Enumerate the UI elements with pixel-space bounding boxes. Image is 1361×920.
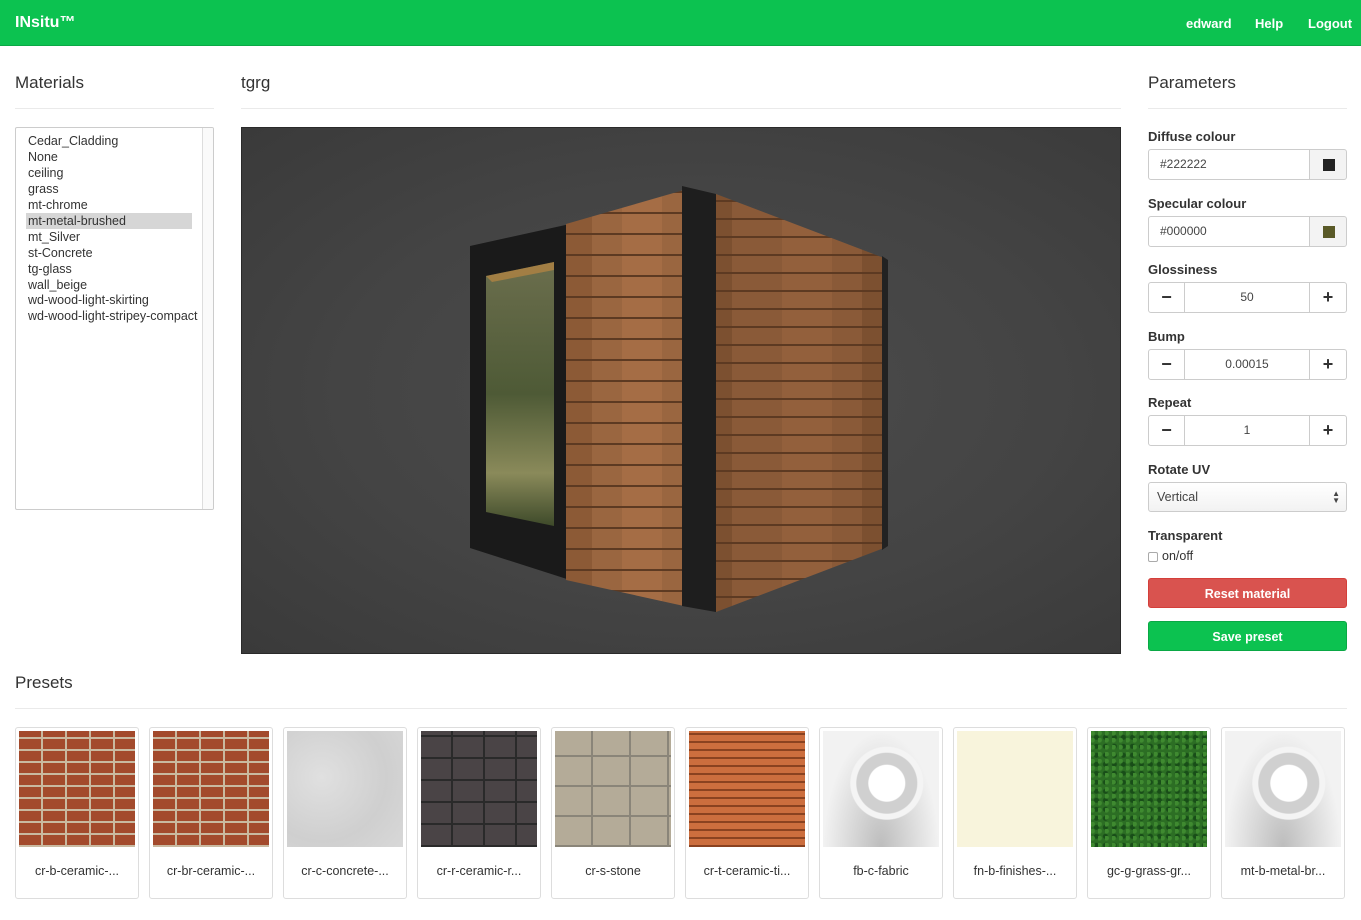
material-item[interactable]: Cedar_Cladding — [26, 133, 192, 149]
color-swatch-icon — [1323, 159, 1335, 171]
glossiness-decrement-button[interactable]: − — [1148, 282, 1185, 313]
material-item[interactable]: grass — [26, 181, 192, 197]
preset-card[interactable]: cr-r-ceramic-r... — [417, 727, 541, 899]
rotate-uv-value: Vertical — [1157, 490, 1198, 504]
materials-list[interactable]: Cedar_Cladding None ceiling grass mt-chr… — [15, 127, 214, 510]
rotate-uv-label: Rotate UV — [1148, 462, 1211, 477]
preset-thumbnail — [689, 731, 805, 847]
glossiness-input[interactable]: 50 — [1184, 282, 1310, 313]
specular-colour-picker[interactable] — [1309, 216, 1347, 247]
brand-logo[interactable]: INsitu™ — [15, 14, 75, 32]
save-preset-button[interactable]: Save preset — [1148, 621, 1347, 651]
presets-divider — [15, 708, 1347, 709]
preset-thumbnail — [287, 731, 403, 847]
diffuse-colour-label: Diffuse colour — [1148, 129, 1236, 144]
preset-thumbnail — [957, 731, 1073, 847]
diffuse-colour-picker[interactable] — [1309, 149, 1347, 180]
preset-name: cr-b-ceramic-... — [34, 864, 120, 878]
preset-thumbnail — [421, 731, 537, 847]
viewer-title: tgrg — [241, 73, 271, 92]
preset-thumbnail — [1091, 731, 1207, 847]
logout-link[interactable]: Logout — [1308, 16, 1352, 31]
transparent-checkbox[interactable] — [1148, 552, 1158, 562]
preset-name: fb-c-fabric — [853, 864, 909, 878]
material-item[interactable]: ceiling — [26, 165, 192, 181]
preset-card[interactable]: fn-b-finishes-... — [953, 727, 1077, 899]
material-item[interactable]: tg-glass — [26, 261, 192, 277]
bump-label: Bump — [1148, 329, 1185, 344]
viewer-divider — [241, 108, 1121, 109]
preset-thumbnail — [555, 731, 671, 847]
3d-model-render — [470, 186, 888, 612]
material-item[interactable]: mt_Silver — [26, 229, 192, 245]
preset-name: fn-b-finishes-... — [973, 864, 1057, 878]
preset-thumbnail — [153, 731, 269, 847]
bump-decrement-button[interactable]: − — [1148, 349, 1185, 380]
preset-thumbnail — [823, 731, 939, 847]
repeat-label: Repeat — [1148, 395, 1192, 410]
transparent-label: Transparent — [1148, 528, 1223, 543]
preset-card[interactable]: cr-t-ceramic-ti... — [685, 727, 809, 899]
materials-divider — [15, 108, 214, 109]
preset-card[interactable]: cr-c-concrete-... — [283, 727, 407, 899]
preset-card[interactable]: cr-b-ceramic-... — [15, 727, 139, 899]
preset-card[interactable]: fb-c-fabric — [819, 727, 943, 899]
materials-title: Materials — [15, 73, 84, 92]
preset-thumbnail — [19, 731, 135, 847]
repeat-increment-button[interactable]: + — [1309, 415, 1347, 446]
preset-name: cr-s-stone — [585, 864, 641, 878]
preset-name: cr-t-ceramic-ti... — [703, 864, 791, 878]
parameters-title: Parameters — [1148, 73, 1236, 92]
material-item[interactable]: wall_beige — [26, 277, 192, 293]
reset-material-button[interactable]: Reset material — [1148, 578, 1347, 608]
preset-name: cr-br-ceramic-... — [166, 864, 256, 878]
material-item[interactable]: wd-wood-light-stripey-compact — [26, 308, 202, 324]
glossiness-label: Glossiness — [1148, 262, 1218, 277]
transparent-option-label: on/off — [1162, 549, 1194, 563]
preset-name: gc-g-grass-gr... — [1106, 864, 1192, 878]
material-item[interactable]: mt-chrome — [26, 197, 192, 213]
specular-colour-input[interactable]: #000000 — [1148, 216, 1310, 247]
specular-colour-label: Specular colour — [1148, 196, 1247, 211]
user-link[interactable]: edward — [1186, 16, 1232, 31]
bump-input[interactable]: 0.00015 — [1184, 349, 1310, 380]
3d-viewport[interactable] — [241, 127, 1121, 654]
materials-scrollbar[interactable] — [202, 128, 213, 509]
bump-increment-button[interactable]: + — [1309, 349, 1347, 380]
rotate-uv-select[interactable]: Vertical ▲ ▼ — [1148, 482, 1347, 512]
material-item[interactable]: st-Concrete — [26, 245, 192, 261]
material-item-selected[interactable]: mt-metal-brushed — [26, 213, 192, 229]
preset-card[interactable]: cr-s-stone — [551, 727, 675, 899]
diffuse-colour-input[interactable]: #222222 — [1148, 149, 1310, 180]
repeat-input[interactable]: 1 — [1184, 415, 1310, 446]
material-item[interactable]: None — [26, 149, 192, 165]
select-arrows-icon: ▲ ▼ — [1332, 489, 1340, 505]
presets-title: Presets — [15, 673, 73, 692]
repeat-decrement-button[interactable]: − — [1148, 415, 1185, 446]
preset-card[interactable]: mt-b-metal-br... — [1221, 727, 1345, 899]
material-item[interactable]: wd-wood-light-skirting — [26, 292, 192, 308]
preset-name: cr-c-concrete-... — [301, 864, 389, 878]
parameters-divider — [1148, 108, 1347, 109]
top-navbar: INsitu™ edward Help Logout — [0, 0, 1361, 46]
preset-name: mt-b-metal-br... — [1240, 864, 1326, 878]
help-link[interactable]: Help — [1255, 16, 1283, 31]
preset-thumbnail — [1225, 731, 1341, 847]
glossiness-increment-button[interactable]: + — [1309, 282, 1347, 313]
color-swatch-icon — [1323, 226, 1335, 238]
preset-card[interactable]: cr-br-ceramic-... — [149, 727, 273, 899]
preset-name: cr-r-ceramic-r... — [436, 864, 522, 878]
preset-card[interactable]: gc-g-grass-gr... — [1087, 727, 1211, 899]
